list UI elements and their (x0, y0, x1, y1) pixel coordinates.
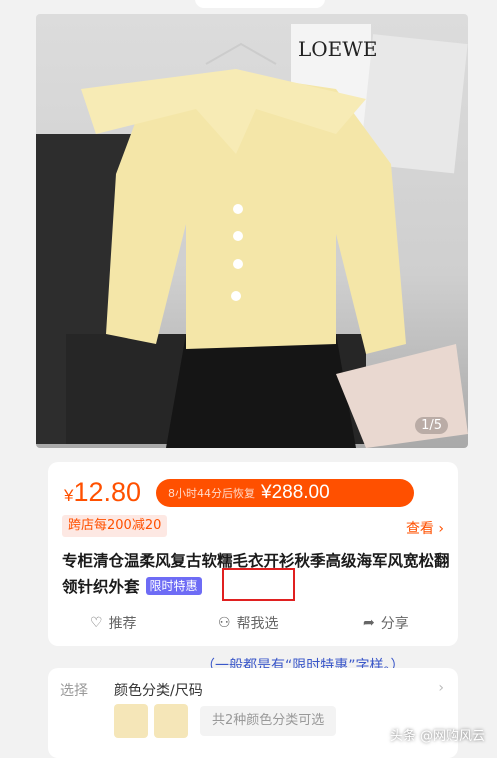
price-value: 12.80 (73, 477, 142, 507)
chevron-right-icon: › (438, 680, 444, 696)
variant-thumb-1[interactable] (114, 704, 148, 738)
restore-price: ¥288.00 (261, 482, 330, 503)
heart-icon: ♡ (90, 615, 103, 631)
share-icon: ➦ (363, 615, 375, 631)
watermark: 头条 @网购风云 (389, 729, 485, 744)
price-restore-badge: 8小时44分后恢复 ¥288.00 (156, 479, 414, 507)
current-price: ¥12.80 (64, 477, 141, 508)
share-button[interactable]: ➦ 分享 (363, 613, 409, 633)
button-2 (233, 231, 243, 241)
button-1 (233, 204, 243, 214)
top-pill (195, 0, 325, 8)
hanger (205, 42, 277, 65)
restore-countdown: 8小时44分后恢复 (168, 487, 255, 500)
product-photo: LOEWE (36, 24, 468, 448)
selection-card[interactable]: 选择 颜色分类/尺码 › 共2种颜色分类可选 (48, 668, 458, 758)
limited-offer-tag: 限时特惠 (145, 577, 202, 595)
select-value: 颜色分类/尺码 (114, 683, 203, 699)
recommend-button[interactable]: ♡ 推荐 (90, 613, 137, 633)
select-label: 选择 (60, 683, 88, 699)
product-image[interactable]: LOEWE 1/5 (36, 14, 468, 448)
recommend-label: 推荐 (108, 616, 137, 632)
action-bar: ♡ 推荐 ⚇ 帮我选 ➦ 分享 (48, 608, 458, 638)
chevron-right-icon: › (438, 521, 444, 537)
button-3 (233, 259, 243, 269)
help-choose-label: 帮我选 (236, 616, 279, 632)
image-counter: 1/5 (415, 417, 448, 434)
button-4 (231, 291, 241, 301)
highlight-box (222, 568, 295, 601)
variants-available: 共2种颜色分类可选 (200, 706, 337, 736)
variant-thumb-2[interactable] (154, 704, 188, 738)
poster-brand-text: LOEWE (298, 37, 377, 61)
promo-badge: 跨店每200减20 (62, 515, 168, 537)
view-label: 查看 (405, 521, 434, 537)
price-card: ¥12.80 8小时44分后恢复 ¥288.00 跨店每200减20 查看 › … (48, 462, 458, 646)
view-link[interactable]: 查看 › (406, 518, 444, 538)
skirt (166, 334, 356, 448)
people-icon: ⚇ (218, 615, 231, 631)
share-label: 分享 (380, 616, 409, 632)
help-choose-button[interactable]: ⚇ 帮我选 (218, 613, 279, 633)
